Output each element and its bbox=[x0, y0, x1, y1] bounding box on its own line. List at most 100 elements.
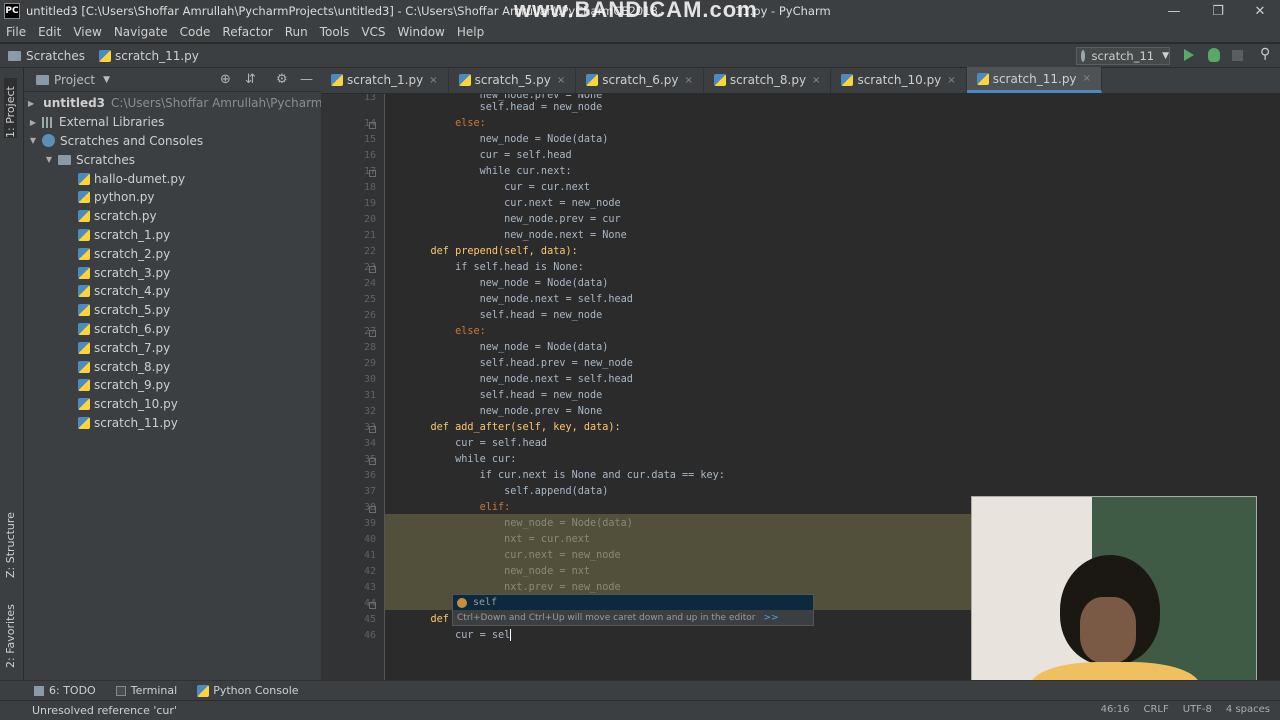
tree-file-item[interactable]: python.py bbox=[24, 188, 321, 207]
run-configuration-select[interactable]: scratch_11 ▼ bbox=[1076, 47, 1170, 65]
indent-setting[interactable]: 4 spaces bbox=[1226, 704, 1270, 715]
autocomplete-hint: Ctrl+Down and Ctrl+Up will move caret do… bbox=[453, 610, 813, 625]
code-line: new_node = Node(data) bbox=[406, 518, 633, 529]
python-file-icon bbox=[78, 191, 90, 204]
stop-icon[interactable] bbox=[1232, 50, 1243, 61]
close-icon[interactable]: ✕ bbox=[1238, 0, 1280, 22]
search-everywhere-icon[interactable]: ⚲ bbox=[1260, 46, 1270, 62]
fold-marker-icon[interactable] bbox=[369, 170, 376, 177]
tree-file-item[interactable]: scratch_11.py bbox=[24, 414, 321, 433]
tree-item-external-libraries[interactable]: ▶ External Libraries bbox=[24, 113, 321, 132]
tab-scratch-5[interactable]: scratch_5.py × bbox=[449, 67, 577, 93]
python-file-icon bbox=[713, 74, 726, 86]
chevron-down-icon: ▼ bbox=[1162, 51, 1169, 61]
tree-file-item[interactable]: scratch_7.py bbox=[24, 338, 321, 357]
close-tab-icon[interactable]: × bbox=[1083, 73, 1091, 84]
fold-marker-icon[interactable] bbox=[369, 330, 376, 337]
tree-file-item[interactable]: scratch_6.py bbox=[24, 320, 321, 339]
fold-marker-icon[interactable] bbox=[369, 426, 376, 433]
menu-edit[interactable]: Edit bbox=[32, 25, 67, 39]
menu-bar: File Edit View Navigate Code Refactor Ru… bbox=[0, 22, 1280, 42]
line-number: 34 bbox=[363, 438, 376, 449]
breadcrumb-scratches[interactable]: Scratches bbox=[8, 49, 85, 63]
collapse-all-icon[interactable]: ⇵ bbox=[245, 72, 256, 87]
line-number: 39 bbox=[363, 518, 376, 529]
expand-arrow-icon[interactable]: ▶ bbox=[28, 98, 34, 108]
locate-icon[interactable]: ⊕ bbox=[220, 72, 231, 87]
tree-file-item[interactable]: scratch_9.py bbox=[24, 376, 321, 395]
menu-tools[interactable]: Tools bbox=[314, 25, 356, 39]
tree-file-item[interactable]: hallo-dumet.py bbox=[24, 169, 321, 188]
menu-navigate[interactable]: Navigate bbox=[108, 25, 174, 39]
hide-panel-icon[interactable]: — bbox=[300, 72, 313, 87]
restore-icon[interactable]: ❐ bbox=[1196, 0, 1240, 22]
autocomplete-item[interactable]: self bbox=[453, 595, 813, 610]
breadcrumb-file[interactable]: scratch_11.py bbox=[99, 49, 199, 63]
collapse-arrow-icon[interactable]: ▼ bbox=[44, 155, 54, 165]
tab-scratch-6[interactable]: scratch_6.py × bbox=[576, 67, 704, 93]
code-line: new_node = nxt bbox=[406, 566, 591, 577]
tab-scratch-10[interactable]: scratch_10.py × bbox=[831, 67, 967, 93]
collapse-arrow-icon[interactable]: ▼ bbox=[28, 136, 38, 146]
todo-tab[interactable]: 6: TODO bbox=[34, 684, 96, 697]
tree-file-item[interactable]: scratch_3.py bbox=[24, 263, 321, 282]
python-file-icon bbox=[78, 416, 90, 429]
tab-scratch-8[interactable]: scratch_8.py × bbox=[704, 67, 832, 93]
folder-icon bbox=[8, 50, 21, 61]
tab-scratch-11[interactable]: scratch_11.py × bbox=[966, 67, 1102, 93]
tree-file-item[interactable]: scratch_10.py bbox=[24, 395, 321, 414]
menu-help[interactable]: Help bbox=[451, 25, 490, 39]
terminal-tab[interactable]: Terminal bbox=[115, 684, 177, 697]
python-file-icon bbox=[458, 74, 471, 86]
fold-marker-icon[interactable] bbox=[369, 602, 376, 609]
menu-window[interactable]: Window bbox=[392, 25, 451, 39]
fold-marker-icon[interactable] bbox=[369, 458, 376, 465]
tree-file-item[interactable]: scratch_2.py bbox=[24, 244, 321, 263]
menu-code[interactable]: Code bbox=[174, 25, 217, 39]
debug-icon[interactable] bbox=[1208, 48, 1220, 62]
parameter-icon bbox=[457, 597, 467, 608]
run-icon[interactable] bbox=[1184, 49, 1194, 61]
close-tab-icon[interactable]: × bbox=[557, 75, 565, 86]
tree-item-untitled3[interactable]: ▶ untitled3 C:\Users\Shoffar Amrullah\Py… bbox=[24, 94, 359, 113]
tree-item-label: scratch_3.py bbox=[94, 265, 171, 280]
gear-icon[interactable]: ⚙ bbox=[276, 72, 288, 87]
close-tab-icon[interactable]: × bbox=[684, 75, 692, 86]
scratches-icon bbox=[42, 134, 55, 148]
structure-tool-tab[interactable]: Z: Structure bbox=[4, 508, 17, 578]
expand-arrow-icon[interactable]: ▶ bbox=[28, 117, 38, 127]
file-encoding[interactable]: UTF-8 bbox=[1183, 704, 1212, 715]
menu-run[interactable]: Run bbox=[279, 25, 314, 39]
menu-vcs[interactable]: VCS bbox=[355, 25, 391, 39]
fold-marker-icon[interactable] bbox=[369, 122, 376, 129]
fold-marker-icon[interactable] bbox=[369, 266, 376, 273]
chevron-down-icon[interactable]: ▼ bbox=[103, 75, 110, 85]
editor-tabs: scratch_1.py × scratch_5.py × scratch_6.py… bbox=[321, 67, 1280, 94]
close-tab-icon[interactable]: × bbox=[947, 75, 955, 86]
tree-file-item[interactable]: scratch_8.py bbox=[24, 357, 321, 376]
close-tab-icon[interactable]: × bbox=[429, 75, 437, 86]
autocomplete-more-link[interactable]: >> bbox=[763, 613, 778, 623]
menu-refactor[interactable]: Refactor bbox=[216, 25, 278, 39]
tree-item-scratches-and-consoles[interactable]: ▼ Scratches and Consoles bbox=[24, 132, 321, 151]
minimize-icon[interactable]: — bbox=[1152, 0, 1196, 22]
favorites-tool-tab[interactable]: 2: Favorites bbox=[4, 598, 17, 668]
tree-file-item[interactable]: scratch_1.py bbox=[24, 226, 321, 245]
menu-view[interactable]: View bbox=[67, 25, 107, 39]
menu-file[interactable]: File bbox=[0, 25, 32, 39]
project-panel-title[interactable]: Project bbox=[54, 73, 95, 87]
line-separator[interactable]: CRLF bbox=[1143, 704, 1168, 715]
fold-marker-icon[interactable] bbox=[369, 506, 376, 513]
project-tool-tab[interactable]: 1: Project bbox=[4, 78, 17, 138]
tab-scratch-1[interactable]: scratch_1.py × bbox=[321, 67, 449, 93]
tree-file-item[interactable]: scratch.py bbox=[24, 207, 321, 226]
tree-item-scratches[interactable]: ▼ Scratches bbox=[24, 150, 321, 169]
library-icon bbox=[42, 116, 54, 128]
tree-file-item[interactable]: scratch_4.py bbox=[24, 282, 321, 301]
caret-position[interactable]: 46:16 bbox=[1101, 704, 1130, 715]
close-tab-icon[interactable]: × bbox=[812, 75, 820, 86]
status-message: Unresolved reference 'cur' bbox=[32, 704, 177, 717]
python-console-tab[interactable]: Python Console bbox=[197, 684, 299, 697]
python-file-icon bbox=[78, 172, 90, 185]
tree-file-item[interactable]: scratch_5.py bbox=[24, 301, 321, 320]
